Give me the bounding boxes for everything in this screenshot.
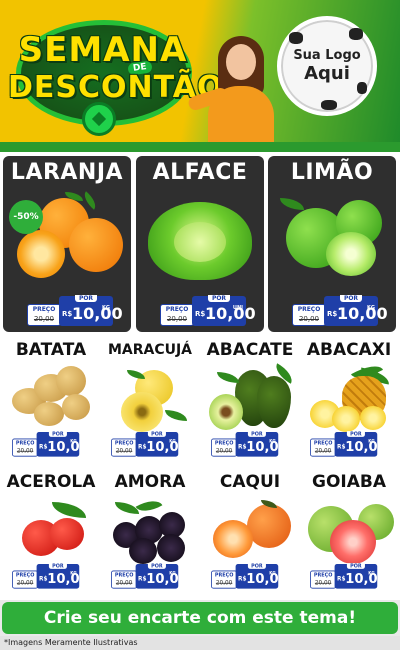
- brand-logo-line2: Aqui: [304, 63, 350, 84]
- current-price: 10,00: [146, 438, 188, 455]
- current-price: 10,00: [205, 304, 256, 323]
- product-name: BATATA: [15, 340, 87, 360]
- product-name: AMORA: [114, 472, 186, 492]
- product-name: ALFACE: [152, 160, 248, 185]
- old-price: 20,00: [215, 447, 233, 455]
- guava-image: [306, 498, 394, 564]
- avocado-image: [207, 363, 297, 432]
- product-card-maracuja: MARACUJÁ PREÇO 20,00 POR R$ 10,00 KG: [101, 340, 199, 468]
- current-price: 10,00: [337, 304, 388, 323]
- campaign-logo: SEMANA DE DESCONTÃO: [8, 14, 224, 136]
- header-divider: [0, 142, 400, 152]
- potato-image: [8, 366, 94, 432]
- old-price: 20,00: [314, 579, 332, 587]
- product-card-batata: BATATA PREÇO 20,00 POR R$ 10,00 KG: [2, 340, 100, 468]
- current-price: 10,00: [246, 438, 288, 455]
- product-name: CAQUI: [219, 472, 281, 492]
- product-name: ABACAXI: [306, 340, 392, 360]
- old-price: 20,00: [16, 447, 34, 455]
- old-price: 20,00: [16, 579, 34, 587]
- current-price: 10,00: [72, 304, 123, 323]
- old-price: 20,00: [115, 579, 133, 587]
- old-price: 20,00: [33, 315, 55, 323]
- product-name: LARANJA: [10, 160, 124, 185]
- featured-card-laranja: LARANJA -50% PREÇO 20,00 POR R$ 10,00 KG: [3, 156, 131, 332]
- lettuce-image: [144, 192, 256, 284]
- old-price: 20,00: [215, 579, 233, 587]
- product-name: ACEROLA: [6, 472, 96, 492]
- blackberry-image: [107, 494, 193, 564]
- product-name: LIMÃO: [290, 160, 374, 185]
- product-card-amora: AMORA PREÇO 20,00 POR R$ 10,00 KG: [101, 472, 199, 600]
- header-banner: SEMANA DE DESCONTÃO Sua Logo Aqui: [0, 0, 400, 152]
- brand-logo-line1: Sua Logo: [293, 48, 361, 63]
- campaign-title-line1: SEMANA: [18, 30, 188, 70]
- persimmon-image: [207, 498, 293, 564]
- old-price: 20,00: [298, 315, 320, 323]
- current-price: 10,00: [246, 570, 288, 587]
- featured-card-alface: ALFACE PREÇO 20,00 POR R$ 10,00 UNI: [136, 156, 264, 332]
- passion-fruit-image: [107, 366, 193, 432]
- campaign-title-line2: DESCONTÃO: [8, 70, 224, 105]
- disclaimer-text: *Imagens Meramente Ilustrativas: [0, 636, 400, 650]
- current-price: 10,00: [345, 570, 387, 587]
- presenter-photo: [186, 30, 286, 152]
- product-card-abacate: ABACATE PREÇO 20,00 POR R$ 10,00 KG: [201, 340, 299, 468]
- featured-card-limao: LIMÃO PREÇO 20,00 POR R$ 10,00 KG: [268, 156, 396, 332]
- pineapple-image: [306, 359, 392, 432]
- product-name: ABACATE: [206, 340, 294, 360]
- brand-logo-placeholder: Sua Logo Aqui: [277, 16, 377, 116]
- product-card-goiaba: GOIABA PREÇO 20,00 POR R$ 10,00 KG: [300, 472, 398, 600]
- soccer-ball-icon: [82, 102, 116, 136]
- lime-image: [276, 192, 388, 284]
- current-price: 10,00: [47, 438, 89, 455]
- product-card-acerola: ACEROLA PREÇO 20,00 POR R$ 10,00 KG: [2, 472, 100, 600]
- old-price: 20,00: [115, 447, 133, 455]
- old-price: 20,00: [166, 315, 188, 323]
- current-price: 10,00: [47, 570, 89, 587]
- current-price: 10,00: [345, 438, 387, 455]
- discount-badge: -50%: [9, 200, 43, 234]
- acerola-image: [8, 498, 94, 564]
- current-price: 10,00: [146, 570, 188, 587]
- product-card-caqui: CAQUI PREÇO 20,00 POR R$ 10,00 KG: [201, 472, 299, 600]
- cta-banner: Crie seu encarte com este tema!: [2, 602, 398, 634]
- product-name: MARACUJÁ: [107, 342, 193, 358]
- product-card-abacaxi: ABACAXI PREÇO 20,00 POR R$ 10,00 KG: [300, 340, 398, 468]
- product-name: GOIABA: [311, 472, 386, 492]
- old-price: 20,00: [314, 447, 332, 455]
